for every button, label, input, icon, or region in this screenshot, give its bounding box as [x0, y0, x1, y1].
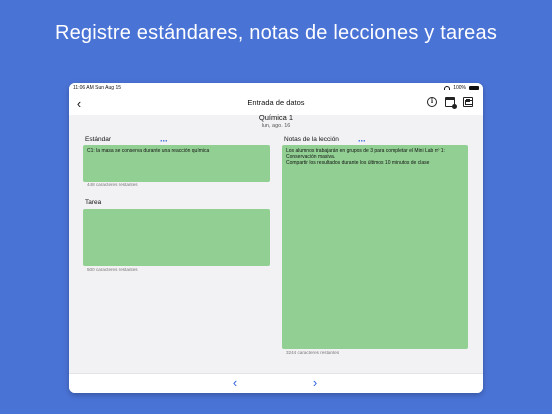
status-indicators: 100% [444, 85, 479, 91]
navigation-bar: ‹ Entrada de datos i [69, 93, 483, 115]
wifi-icon [444, 86, 451, 90]
tablet-screen: 11:06 AM Sun Aug 15 100% ‹ Entrada de da… [69, 83, 483, 393]
bottom-toolbar: ‹ › [69, 373, 483, 393]
lesson-notes-more-icon[interactable]: ··· [358, 137, 366, 146]
lesson-notes-textarea[interactable]: Los alumnos trabajarán en grupos de 3 pa… [282, 145, 468, 349]
standards-more-icon[interactable]: ··· [160, 137, 168, 146]
battery-percent: 100% [453, 85, 466, 91]
battery-icon [469, 86, 479, 90]
marketing-headline: Registre estándares, notas de lecciones … [54, 22, 498, 44]
homework-label: Tarea [85, 199, 102, 206]
homework-counter: 500 caracteres restantes [87, 267, 138, 272]
lesson-notes-counter: 3244 caracteres restantes [286, 350, 340, 355]
calendar-icon[interactable] [445, 97, 457, 109]
status-time: 11:06 AM Sun Aug 15 [73, 85, 122, 91]
homework-textarea[interactable] [83, 209, 270, 266]
next-day-chevron-icon[interactable]: › [309, 376, 321, 390]
standards-label: Estándar [85, 136, 112, 143]
class-name: Química 1 [258, 113, 294, 122]
previous-day-chevron-icon[interactable]: ‹ [229, 376, 241, 390]
save-icon[interactable] [463, 97, 473, 107]
back-chevron-icon[interactable]: ‹ [73, 97, 85, 111]
status-bar: 11:06 AM Sun Aug 15 100% [69, 83, 483, 93]
lesson-notes-label: Notas de la lección [284, 136, 339, 143]
class-date: lun, ago. 16 [261, 123, 291, 129]
standards-textarea[interactable]: C1: la masa se conserva durante una reac… [83, 145, 270, 182]
standards-counter: 448 caracteres restantes [87, 182, 138, 187]
nav-title: Entrada de datos [247, 98, 305, 107]
nav-actions: i [427, 97, 473, 109]
info-icon[interactable]: i [427, 97, 437, 107]
